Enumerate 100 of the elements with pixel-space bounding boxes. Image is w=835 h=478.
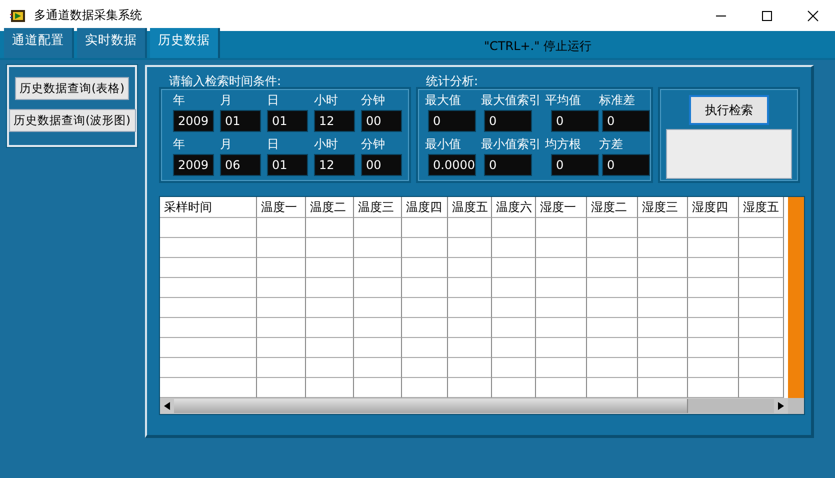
table-cell xyxy=(402,258,448,278)
table-cell xyxy=(536,298,587,318)
stat-label: 最小值索引 xyxy=(481,136,542,153)
table-cell xyxy=(492,338,536,358)
table-cell xyxy=(638,238,688,258)
scrollbar-corner xyxy=(788,398,804,414)
query-button[interactable]: 历史数据查询(表格) xyxy=(14,77,130,100)
table-cell xyxy=(739,238,784,258)
table-cell xyxy=(257,318,306,338)
column-header: 温度二 xyxy=(306,197,354,218)
table-cell xyxy=(354,298,402,318)
stat-indicator: 0 xyxy=(484,154,532,176)
table-cell xyxy=(448,298,492,318)
table-cell xyxy=(587,338,638,358)
table-cell xyxy=(688,278,739,298)
tab[interactable]: 历史数据 xyxy=(150,28,220,58)
table-cell xyxy=(739,218,784,238)
column-header: 湿度三 xyxy=(638,197,688,218)
stat-label: 标准差 xyxy=(599,92,636,109)
column-header: 温度四 xyxy=(402,197,448,218)
table-cell xyxy=(688,258,739,278)
table-cell xyxy=(587,278,638,298)
table-cell xyxy=(306,238,354,258)
table-cell xyxy=(306,258,354,278)
input-field[interactable]: 12 xyxy=(314,110,355,132)
table-cell xyxy=(638,258,688,278)
vertical-scrollbar[interactable] xyxy=(788,197,804,398)
stat-indicator: 0 xyxy=(602,110,650,132)
table-cell xyxy=(257,298,306,318)
table-cell xyxy=(354,238,402,258)
table-cell xyxy=(402,298,448,318)
stat-indicator: 0 xyxy=(484,110,532,132)
table-cell xyxy=(257,238,306,258)
table-cell xyxy=(638,318,688,338)
table-cell xyxy=(402,238,448,258)
table-cell xyxy=(306,358,354,378)
stat-indicator: 0 xyxy=(428,110,476,132)
group-title: 请输入检索时间条件: xyxy=(168,75,282,87)
table-cell xyxy=(739,298,784,318)
query-button[interactable]: 历史数据查询(波形图) xyxy=(8,109,136,132)
stat-indicator: 0.0000 xyxy=(428,154,476,176)
input-field[interactable]: 00 xyxy=(361,154,402,176)
table-cell xyxy=(257,278,306,298)
field-label: 分钟 xyxy=(361,136,386,153)
tab[interactable]: 通道配置 xyxy=(4,28,74,58)
window-title: 多通道数据采集系统 xyxy=(34,7,142,24)
search-button[interactable]: 执行检索 xyxy=(689,95,769,125)
stat-label: 最小值 xyxy=(425,136,462,153)
field-label: 日 xyxy=(267,92,280,109)
column-header: 温度五 xyxy=(448,197,492,218)
table-cell xyxy=(688,338,739,358)
field-label: 年 xyxy=(173,136,186,153)
column-header: 温度六 xyxy=(492,197,536,218)
field-label: 小时 xyxy=(314,136,339,153)
column-header: 湿度五 xyxy=(739,197,784,218)
stop-hint: "CTRL+." 停止运行 xyxy=(484,38,592,55)
stat-indicator: 0 xyxy=(551,154,599,176)
scroll-thumb[interactable] xyxy=(687,399,774,413)
column-header: 湿度二 xyxy=(587,197,638,218)
table-cell xyxy=(587,318,638,338)
table-cell xyxy=(402,218,448,238)
input-field[interactable]: 06 xyxy=(220,154,261,176)
maximize-icon[interactable] xyxy=(761,10,773,22)
input-field[interactable]: 2009 xyxy=(173,154,214,176)
table-cell xyxy=(688,218,739,238)
field-label: 月 xyxy=(220,136,233,153)
table-cell xyxy=(257,338,306,358)
stat-label: 均方根 xyxy=(545,136,582,153)
input-field[interactable]: 12 xyxy=(314,154,355,176)
field-label: 日 xyxy=(267,136,280,153)
table-cell xyxy=(402,318,448,338)
stat-label: 方差 xyxy=(599,136,624,153)
table-cell xyxy=(402,338,448,358)
table-cell xyxy=(354,258,402,278)
stat-label: 平均值 xyxy=(545,92,582,109)
table-cell xyxy=(306,298,354,318)
tab[interactable]: 实时数据 xyxy=(77,28,147,58)
field-label: 年 xyxy=(173,92,186,109)
table-cell xyxy=(587,258,638,278)
input-field[interactable]: 01 xyxy=(220,110,261,132)
input-field[interactable]: 2009 xyxy=(173,110,214,132)
input-field[interactable]: 01 xyxy=(267,110,308,132)
close-icon[interactable] xyxy=(807,10,819,22)
table-cell xyxy=(536,318,587,338)
stat-indicator: 0 xyxy=(602,154,650,176)
table-cell xyxy=(354,358,402,378)
table-cell xyxy=(536,358,587,378)
table-cell xyxy=(536,238,587,258)
input-field[interactable]: 00 xyxy=(361,110,402,132)
table-cell xyxy=(448,258,492,278)
stat-indicator: 0 xyxy=(551,110,599,132)
table-cell xyxy=(739,338,784,358)
input-field[interactable]: 01 xyxy=(267,154,308,176)
table-cell xyxy=(688,358,739,378)
stat-label: 最大值索引 xyxy=(481,92,542,109)
table-cell xyxy=(587,218,638,238)
table-cell xyxy=(448,218,492,238)
horizontal-scrollbar[interactable] xyxy=(160,398,804,414)
table-cell xyxy=(536,218,587,238)
table-cell xyxy=(448,278,492,298)
